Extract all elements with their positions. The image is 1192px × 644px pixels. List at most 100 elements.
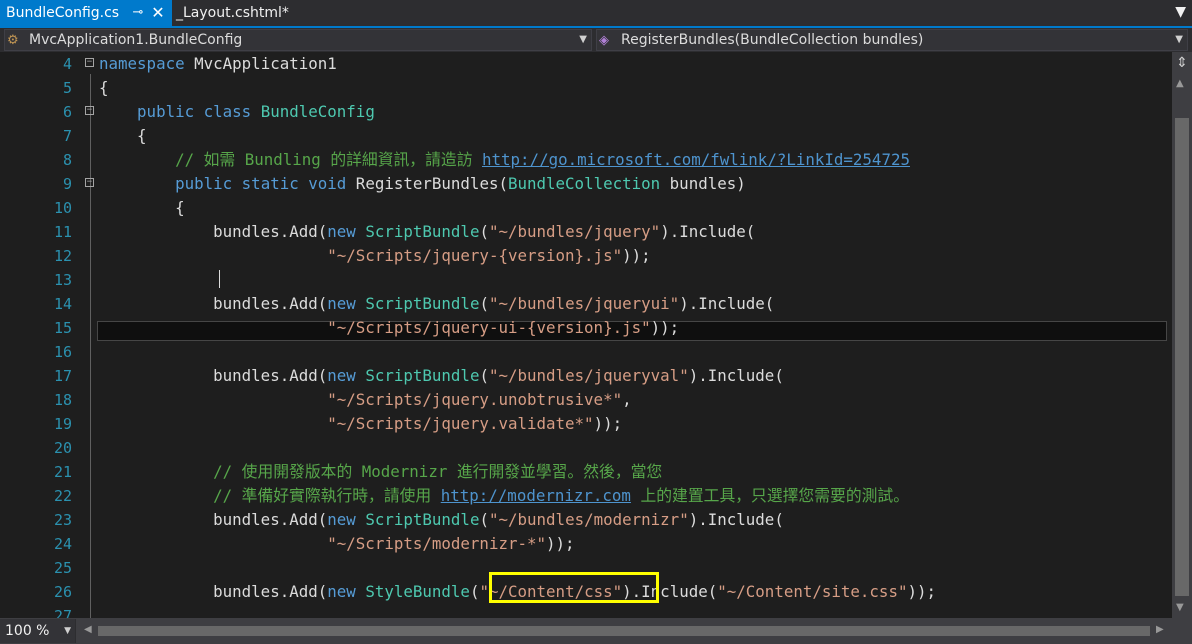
code-line: 8 // 如需 Bundling 的詳細資訊，請造訪 http://go.mic… [0, 148, 1172, 172]
editor-bottom-bar: 100 % ▼ ◀ ▶ [0, 618, 1192, 644]
split-handle-icon[interactable]: ⇕ [1174, 54, 1190, 72]
line-number: 10 [53, 199, 72, 217]
line-number: 12 [53, 247, 72, 265]
chevron-down-icon[interactable]: ▼ [579, 30, 587, 50]
code-text: "~/Scripts/jquery.unobtrusive*", [327, 390, 632, 409]
collapse-icon[interactable]: − [85, 178, 94, 187]
document-tab-strip: BundleConfig.cs ⊸ ✕ _Layout.cshtml* ▼ [0, 0, 1192, 28]
code-text: // 使用開發版本的 Modernizr 進行開發並學習。然後，當您 [99, 462, 663, 481]
line-number: 17 [53, 367, 72, 385]
code-text: bundles.Add(new ScriptBundle("~/bundles/… [99, 294, 775, 313]
member-dropdown[interactable]: ◈ RegisterBundles(BundleCollection bundl… [596, 29, 1188, 51]
code-line: 14 bundles.Add(new ScriptBundle("~/bundl… [0, 292, 1172, 316]
code-text: // 準備好實際執行時，請使用 http://modernizr.com 上的建… [99, 486, 910, 505]
type-dropdown[interactable]: ⚙ MvcApplication1.BundleConfig ▼ [4, 29, 592, 51]
dropdown-arrow-icon[interactable]: ▼ [1175, 4, 1186, 20]
code-text: "~/Scripts/jquery.validate*")); [327, 414, 623, 433]
code-line: 15 "~/Scripts/jquery-ui-{version}.js")); [0, 316, 1172, 340]
annotation-highlight-box [489, 572, 659, 603]
line-number: 7 [62, 127, 72, 145]
code-editor[interactable]: 4 − namespace MvcApplication1 5 { 6 − pu… [0, 52, 1172, 618]
close-icon[interactable]: ✕ [150, 0, 166, 26]
code-text: bundles.Add(new ScriptBundle("~/bundles/… [99, 222, 756, 241]
code-line: 23 bundles.Add(new ScriptBundle("~/bundl… [0, 508, 1172, 532]
code-line: 12 "~/Scripts/jquery-{version}.js")); [0, 244, 1172, 268]
line-number: 13 [53, 271, 72, 289]
code-text: "~/Scripts/jquery-ui-{version}.js")); [327, 318, 680, 337]
text-caret [219, 270, 220, 288]
vertical-scrollbar[interactable]: ⇕ ▲ ▼ [1172, 52, 1192, 618]
line-number: 22 [53, 487, 72, 505]
code-line: 19 "~/Scripts/jquery.validate*")); [0, 412, 1172, 436]
code-line: 21 // 使用開發版本的 Modernizr 進行開發並學習。然後，當您 [0, 460, 1172, 484]
line-number: 6 [62, 103, 72, 121]
code-line: 10 { [0, 196, 1172, 220]
code-line: 11 bundles.Add(new ScriptBundle("~/bundl… [0, 220, 1172, 244]
code-line: 13 [0, 268, 1172, 292]
class-icon: ⚙ [7, 33, 19, 48]
line-number: 21 [53, 463, 72, 481]
line-number: 15 [53, 319, 72, 337]
tab-label: BundleConfig.cs [6, 5, 120, 21]
code-line: 9 − public static void RegisterBundles(B… [0, 172, 1172, 196]
code-text: bundles.Add(new ScriptBundle("~/bundles/… [99, 510, 784, 529]
line-number: 8 [62, 151, 72, 169]
line-number: 14 [53, 295, 72, 313]
code-text: // 如需 Bundling 的詳細資訊，請造訪 http://go.micro… [99, 150, 910, 169]
line-number: 27 [53, 607, 72, 618]
code-line: 4 − namespace MvcApplication1 [0, 52, 1172, 76]
code-text: public class BundleConfig [137, 102, 375, 121]
tab-label: _Layout.cshtml* [176, 5, 289, 21]
collapse-icon[interactable]: − [85, 58, 94, 67]
code-line: 17 bundles.Add(new ScriptBundle("~/bundl… [0, 364, 1172, 388]
line-number: 19 [53, 415, 72, 433]
tab-bundleconfig-cs[interactable]: BundleConfig.cs ⊸ ✕ [0, 0, 172, 26]
fwlink-url[interactable]: http://go.microsoft.com/fwlink/?LinkId=2… [482, 150, 910, 169]
code-line: 24 "~/Scripts/modernizr-*")); [0, 532, 1172, 556]
code-text: { [99, 198, 185, 217]
line-number: 23 [53, 511, 72, 529]
zoom-level: 100 % [5, 623, 50, 639]
code-line: 7 { [0, 124, 1172, 148]
code-text: namespace MvcApplication1 [99, 54, 337, 73]
horizontal-scroll-thumb[interactable] [98, 626, 1150, 636]
type-dropdown-label: MvcApplication1.BundleConfig [29, 32, 243, 48]
pin-icon[interactable]: ⊸ [130, 0, 146, 26]
code-text: public static void RegisterBundles(Bundl… [175, 174, 746, 193]
modernizr-url[interactable]: http://modernizr.com [441, 486, 631, 505]
scroll-right-icon[interactable]: ▶ [1156, 624, 1164, 635]
scroll-up-icon[interactable]: ▲ [1176, 78, 1184, 89]
line-number: 5 [62, 79, 72, 97]
chevron-down-icon[interactable]: ▼ [64, 619, 71, 643]
code-line: 27 [0, 604, 1172, 618]
line-number: 20 [53, 439, 72, 457]
navigation-bar: ⚙ MvcApplication1.BundleConfig ▼ ◈ Regis… [0, 28, 1192, 52]
line-number: 25 [53, 559, 72, 577]
scroll-left-icon[interactable]: ◀ [84, 624, 92, 635]
code-text: { [99, 78, 109, 97]
code-line: 16 [0, 340, 1172, 364]
code-line: 18 "~/Scripts/jquery.unobtrusive*", [0, 388, 1172, 412]
chevron-down-icon[interactable]: ▼ [1175, 30, 1183, 50]
line-number: 24 [53, 535, 72, 553]
code-text: { [99, 126, 147, 145]
code-line: 20 [0, 436, 1172, 460]
line-number: 26 [53, 583, 72, 601]
method-icon: ◈ [599, 33, 609, 48]
vertical-scroll-thumb[interactable] [1175, 118, 1189, 596]
code-text: "~/Scripts/modernizr-*")); [327, 534, 575, 553]
line-number: 18 [53, 391, 72, 409]
code-line: 6 − public class BundleConfig [0, 100, 1172, 124]
line-number: 11 [53, 223, 72, 241]
line-number: 9 [62, 175, 72, 193]
line-number: 16 [53, 343, 72, 361]
collapse-icon[interactable]: − [85, 106, 94, 115]
line-number: 4 [62, 55, 72, 73]
code-line: 5 { [0, 76, 1172, 100]
tab-layout-cshtml[interactable]: _Layout.cshtml* [176, 0, 289, 26]
scroll-down-icon[interactable]: ▼ [1176, 602, 1184, 613]
zoom-dropdown[interactable]: 100 % ▼ [0, 619, 76, 643]
code-text: "~/Scripts/jquery-{version}.js")); [327, 246, 651, 265]
member-dropdown-label: RegisterBundles(BundleCollection bundles… [621, 32, 924, 48]
code-line: 22 // 準備好實際執行時，請使用 http://modernizr.com … [0, 484, 1172, 508]
